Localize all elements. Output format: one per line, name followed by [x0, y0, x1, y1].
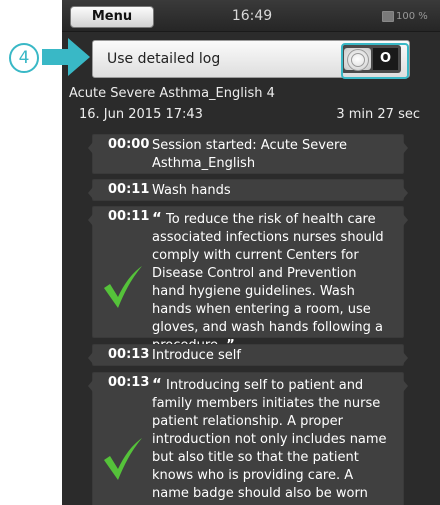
clock: 16:49 [231, 8, 273, 24]
log-entry-time: 00:13 [108, 375, 150, 390]
log-entry-text: To reduce the risk of health care associ… [152, 212, 384, 353]
log-entry-text: Session started: Acute Severe Asthma_Eng… [152, 138, 348, 171]
app-screen: Menu 16:49 100 % Use detailed log O Acut… [62, 0, 440, 505]
scenario-title: Acute Severe Asthma_English 4 [69, 86, 275, 101]
log-entry-time: 00:11 [108, 209, 150, 224]
log-entry[interactable]: 00:13 Introduce self [88, 344, 408, 366]
quote-open-mark: “ [152, 209, 162, 227]
log-entry[interactable]: 00:11 “ To reduce the risk of health car… [88, 206, 408, 353]
callout-arrow-icon [42, 38, 90, 76]
log-entry-time: 00:13 [108, 347, 150, 362]
check-icon [104, 266, 142, 308]
log-entry-text: Wash hands [152, 183, 231, 198]
log-entry-time: 00:00 [108, 137, 150, 152]
log-entry-detail: “ Introducing self to patient and family… [152, 375, 392, 505]
battery-percent: 100 % [396, 11, 428, 22]
log-entry[interactable]: 00:13 “ Introducing self to patient and … [88, 372, 408, 505]
scenario-duration: 3 min 27 sec [336, 107, 420, 122]
quote-open-mark: “ [152, 375, 162, 393]
toggle-highlight-frame [341, 43, 409, 79]
scenario-date: 16. Jun 2015 17:43 [79, 107, 203, 122]
log-entry-text: Introduce self [152, 348, 241, 363]
log-entry-detail: “ To reduce the risk of health care asso… [152, 209, 392, 355]
callout-number-badge: 4 [9, 43, 39, 73]
check-icon [104, 438, 142, 480]
battery-icon [382, 11, 394, 22]
setting-label: Use detailed log [107, 51, 221, 67]
log-entry-text: Introducing self to patient and family m… [152, 378, 387, 505]
log-entry[interactable]: 00:00 Session started: Acute Severe Asth… [88, 134, 408, 174]
log-entry[interactable]: 00:11 Wash hands [88, 179, 408, 201]
log-entry-time: 00:11 [108, 182, 150, 197]
menu-button[interactable]: Menu [70, 6, 154, 28]
status-bar: Menu 16:49 100 % [62, 0, 440, 32]
